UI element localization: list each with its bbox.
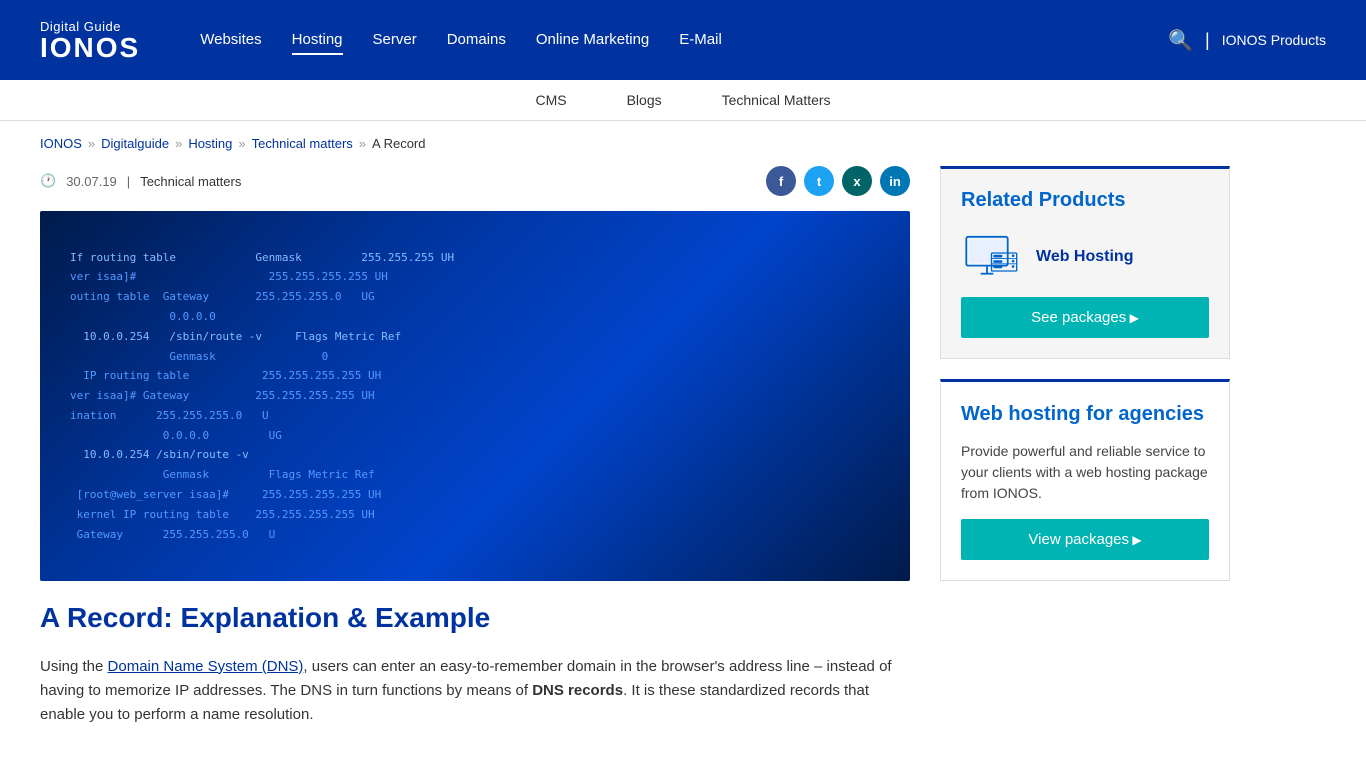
main-content: 🕐 30.07.19 | Technical matters f t x in …: [0, 166, 1366, 767]
meta-separator: |: [127, 174, 130, 189]
terminal-line-12: Genmask Flags Metric Ref: [70, 465, 880, 485]
nav-hosting[interactable]: Hosting: [292, 26, 343, 55]
logo-ionos: IONOS: [40, 34, 140, 62]
ionos-products-link[interactable]: IONOS Products: [1222, 32, 1326, 48]
nav-email[interactable]: E-Mail: [679, 26, 722, 55]
web-hosting-link[interactable]: Web Hosting: [1036, 248, 1133, 266]
terminal-line-10: 0.0.0.0 UG: [70, 426, 880, 446]
nav-domains[interactable]: Domains: [447, 26, 506, 55]
terminal-line-5: 10.0.0.254 /sbin/route -v Flags Metric R…: [70, 327, 880, 347]
product-item: Web Hosting: [961, 232, 1209, 282]
nav-server[interactable]: Server: [373, 26, 417, 55]
main-nav: Websites Hosting Server Domains Online M…: [200, 26, 1168, 55]
breadcrumb-digitalguide[interactable]: Digitalguide: [101, 136, 169, 151]
logo-area: Digital Guide IONOS: [40, 19, 140, 62]
breadcrumb-technical-matters[interactable]: Technical matters: [252, 136, 353, 151]
article-body: Using the Domain Name System (DNS), user…: [40, 655, 910, 727]
terminal-line-8: ver isaa]# Gateway 255.255.255.255 UH: [70, 386, 880, 406]
clock-icon: 🕐: [40, 173, 56, 189]
terminal-line-9: ination 255.255.255.0 U: [70, 406, 880, 426]
breadcrumb-sep-3: »: [238, 136, 245, 151]
terminal-line-15: Gateway 255.255.255.0 U: [70, 525, 880, 545]
agencies-card-description: Provide powerful and reliable service to…: [961, 441, 1209, 504]
terminal-line-4: 0.0.0.0: [70, 307, 880, 327]
nav-technical-matters[interactable]: Technical Matters: [722, 80, 831, 120]
search-button[interactable]: 🔍: [1168, 28, 1193, 53]
breadcrumb-sep-4: »: [359, 136, 366, 151]
terminal-line-1: If routing table Genmask 255.255.255 UH: [70, 248, 880, 268]
terminal-line-6: Genmask 0: [70, 347, 880, 367]
article-body-intro: Using the: [40, 658, 108, 675]
nav-blogs[interactable]: Blogs: [627, 80, 662, 120]
social-icons: f t x in: [766, 166, 910, 196]
nav-cms[interactable]: CMS: [535, 80, 566, 120]
breadcrumb-sep-2: »: [175, 136, 182, 151]
top-navigation: Digital Guide IONOS Websites Hosting Ser…: [0, 0, 1366, 80]
see-packages-button[interactable]: See packages: [961, 297, 1209, 338]
breadcrumb-ionos[interactable]: IONOS: [40, 136, 82, 151]
article-area: 🕐 30.07.19 | Technical matters f t x in …: [40, 166, 910, 727]
terminal-line-14: kernel IP routing table 255.255.255.255 …: [70, 505, 880, 525]
terminal-display: If routing table Genmask 255.255.255 UH …: [40, 211, 910, 581]
pipe-divider: |: [1205, 30, 1210, 51]
web-hosting-icon: [961, 232, 1021, 282]
nav-websites[interactable]: Websites: [200, 26, 261, 55]
breadcrumb-sep-1: »: [88, 136, 95, 151]
xing-share-icon[interactable]: x: [842, 166, 872, 196]
view-packages-button[interactable]: View packages: [961, 519, 1209, 560]
linkedin-share-icon[interactable]: in: [880, 166, 910, 196]
breadcrumb: IONOS » Digitalguide » Hosting » Technic…: [0, 121, 1366, 166]
terminal-line-2: ver isaa]# 255.255.255.255 UH: [70, 267, 880, 287]
article-date: 30.07.19: [66, 174, 117, 189]
terminal-line-11: 10.0.0.254 /sbin/route -v: [70, 445, 880, 465]
article-hero-image: If routing table Genmask 255.255.255 UH …: [40, 211, 910, 581]
secondary-navigation: CMS Blogs Technical Matters: [0, 80, 1366, 121]
terminal-line-7: IP routing table 255.255.255.255 UH: [70, 366, 880, 386]
terminal-line-3: outing table Gateway 255.255.255.0 UG: [70, 287, 880, 307]
meta-row: 🕐 30.07.19 | Technical matters f t x in: [40, 166, 910, 196]
meta-left: 🕐 30.07.19 | Technical matters: [40, 173, 241, 189]
nav-online-marketing[interactable]: Online Marketing: [536, 26, 649, 55]
sidebar: Related Products: [940, 166, 1230, 727]
agencies-card: Web hosting for agencies Provide powerfu…: [940, 379, 1230, 581]
dns-link[interactable]: Domain Name System (DNS): [108, 658, 304, 675]
breadcrumb-current: A Record: [372, 136, 425, 151]
related-products-card: Related Products: [940, 166, 1230, 359]
article-body-bold: DNS records: [532, 682, 623, 699]
terminal-line-13: [root@web_server isaa]# 255.255.255.255 …: [70, 485, 880, 505]
top-bar-right: 🔍 | IONOS Products: [1168, 28, 1326, 53]
twitter-share-icon[interactable]: t: [804, 166, 834, 196]
article-title: A Record: Explanation & Example: [40, 601, 910, 635]
breadcrumb-hosting[interactable]: Hosting: [188, 136, 232, 151]
related-products-title: Related Products: [961, 189, 1209, 212]
article-category[interactable]: Technical matters: [140, 174, 241, 189]
facebook-share-icon[interactable]: f: [766, 166, 796, 196]
agencies-card-title: Web hosting for agencies: [961, 402, 1209, 426]
